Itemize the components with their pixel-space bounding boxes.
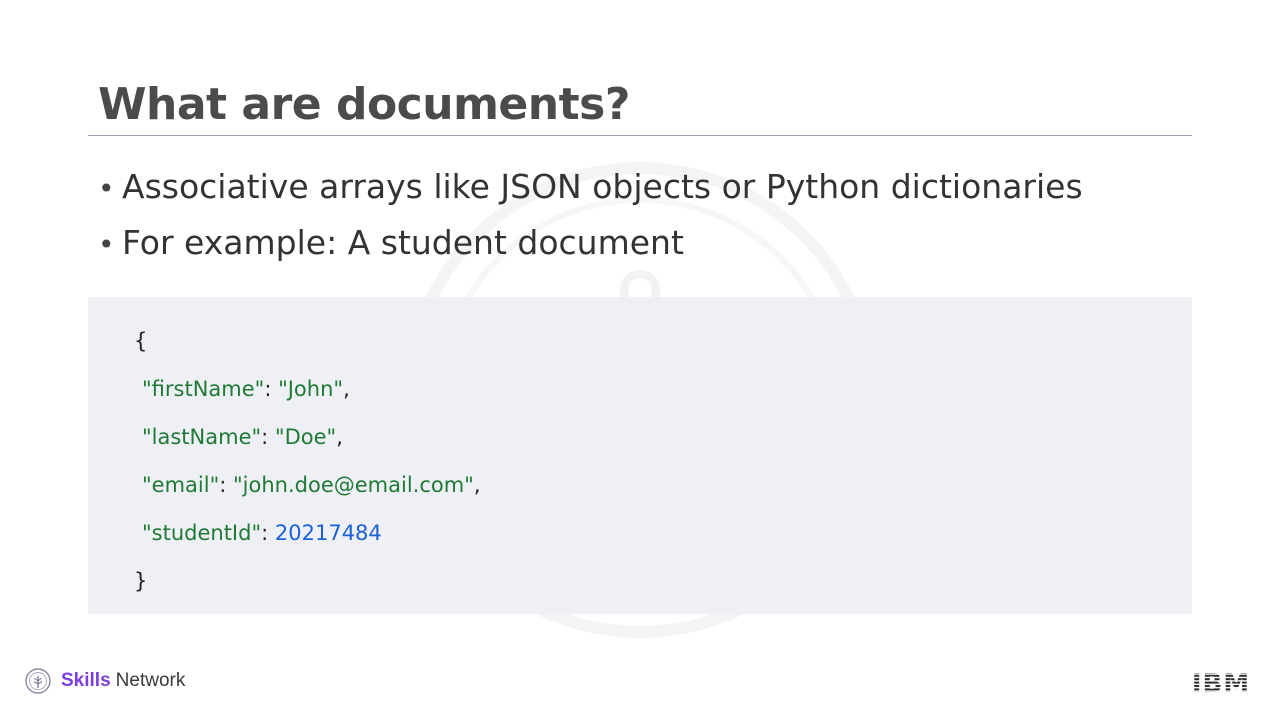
json-value: "John" (278, 377, 344, 401)
open-brace: { (134, 329, 148, 353)
json-key: "lastName" (142, 425, 262, 449)
json-comma: , (343, 377, 350, 401)
json-colon: : (264, 377, 279, 401)
brand-skills-text: Skills (61, 670, 111, 691)
code-line-field: "email": "john.doe@email.com", (142, 471, 481, 499)
json-key: "studentId" (142, 521, 262, 545)
json-colon: : (219, 473, 233, 497)
bullet-item: • Associative arrays like JSON objects o… (98, 160, 1083, 216)
bullet-list: • Associative arrays like JSON objects o… (98, 160, 1083, 272)
json-key: "firstName" (142, 377, 265, 401)
code-line-open: { (134, 327, 147, 355)
ibm-logo: IBM (1192, 669, 1250, 695)
circular-tree-emblem-icon (25, 668, 51, 694)
code-line-field: "firstName": "John", (142, 375, 350, 403)
json-value: "john.doe@email.com" (233, 473, 474, 497)
json-comma: , (473, 473, 481, 497)
skills-network-logo: Skills Network (25, 668, 185, 694)
json-value: "Doe" (274, 425, 337, 449)
json-colon: : (261, 425, 275, 449)
json-comma: , (336, 425, 343, 449)
slide-title: What are documents? (98, 79, 630, 130)
json-key: "email" (142, 473, 220, 497)
ibm-wordmark: IBM (1192, 669, 1250, 695)
json-number-value: 20217484 (274, 521, 382, 545)
bullet-item: • For example: A student document (98, 216, 1083, 272)
code-line-field: "lastName": "Doe", (142, 423, 343, 451)
bullet-text: Associative arrays like JSON objects or … (122, 167, 1083, 206)
bullet-marker: • (98, 172, 115, 205)
code-line-field: "studentId": 20217484 (142, 519, 382, 547)
code-line-close: } (134, 567, 147, 595)
bullet-marker: • (98, 228, 115, 261)
bullet-text: For example: A student document (122, 223, 684, 262)
json-colon: : (261, 521, 275, 545)
brand-network-text: Network (115, 670, 186, 691)
title-divider (88, 135, 1192, 136)
close-brace: } (134, 569, 148, 593)
code-example-panel: { "firstName": "John", "lastName": "Doe"… (88, 297, 1192, 614)
